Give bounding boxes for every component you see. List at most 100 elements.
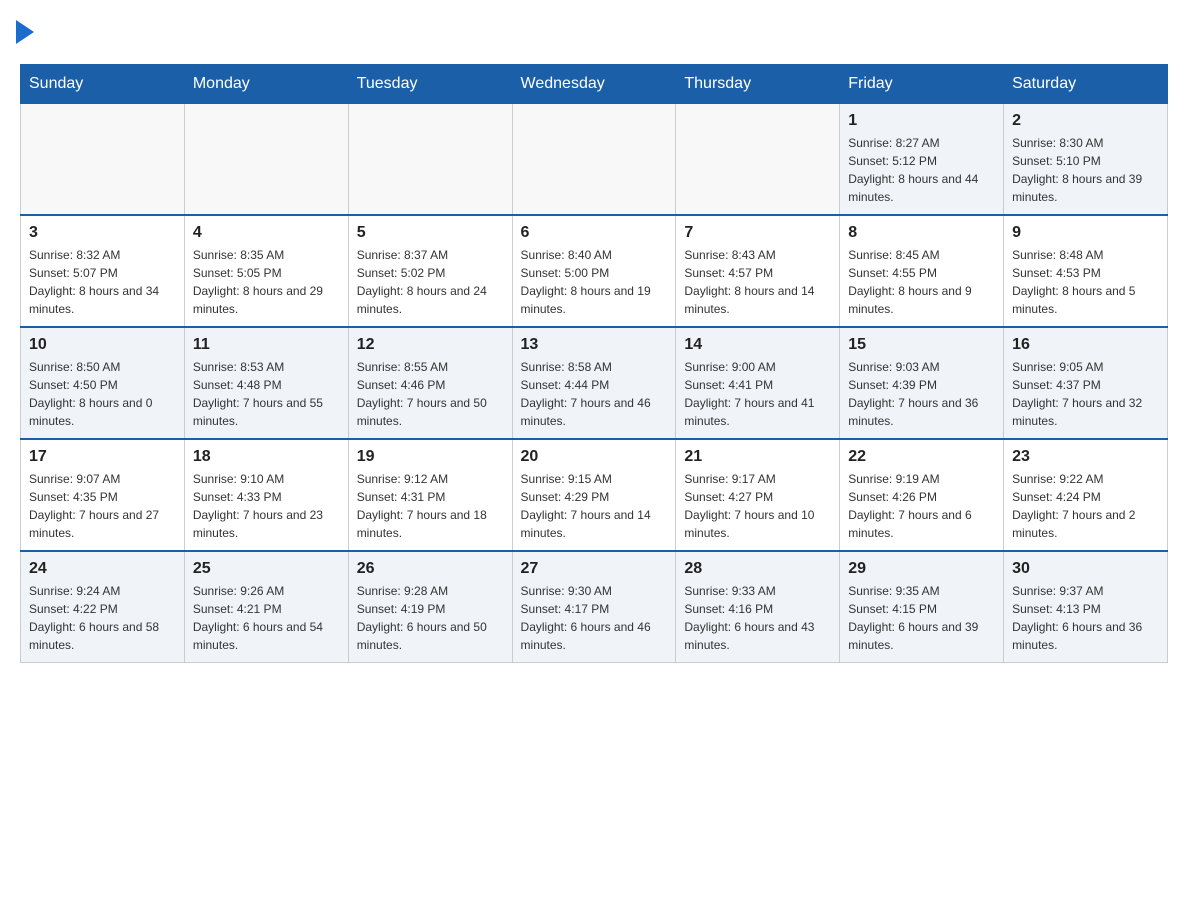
day-number: 7 bbox=[684, 224, 831, 242]
day-number: 16 bbox=[1012, 336, 1159, 354]
calendar-day-cell bbox=[184, 104, 348, 216]
header-wednesday: Wednesday bbox=[512, 65, 676, 104]
day-info: Sunrise: 8:48 AMSunset: 4:53 PMDaylight:… bbox=[1012, 246, 1159, 318]
day-number: 29 bbox=[848, 560, 995, 578]
calendar-day-cell: 23Sunrise: 9:22 AMSunset: 4:24 PMDayligh… bbox=[1004, 439, 1168, 551]
day-info: Sunrise: 9:37 AMSunset: 4:13 PMDaylight:… bbox=[1012, 582, 1159, 654]
logo bbox=[20, 20, 38, 44]
calendar-week-row: 17 Sunrise: 9:07 AMSunset: 4:35 PMDayligh… bbox=[21, 439, 1168, 551]
calendar-week-row: 24 Sunrise: 9:24 AMSunset: 4:22 PMDayligh… bbox=[21, 551, 1168, 663]
day-number: 14 bbox=[684, 336, 831, 354]
calendar-day-cell: 1 Sunrise: 8:27 AMSunset: 5:12 PMDaylight… bbox=[840, 104, 1004, 216]
day-number: 12 bbox=[357, 336, 504, 354]
calendar-day-cell: 27 Sunrise: 9:30 AMSunset: 4:17 PMDayligh… bbox=[512, 551, 676, 663]
weekday-header-row: Sunday Monday Tuesday Wednesday Thursday… bbox=[21, 65, 1168, 104]
calendar-week-row: 10 Sunrise: 8:50 AMSunset: 4:50 PMDayligh… bbox=[21, 327, 1168, 439]
day-info: Sunrise: 9:26 AMSunset: 4:21 PMDaylight:… bbox=[193, 582, 340, 654]
day-info: Sunrise: 9:05 AMSunset: 4:37 PMDaylight:… bbox=[1012, 358, 1159, 430]
day-info: Sunrise: 8:55 AMSunset: 4:46 PMDaylight:… bbox=[357, 358, 504, 430]
calendar-header: Sunday Monday Tuesday Wednesday Thursday… bbox=[21, 65, 1168, 104]
calendar-day-cell: 12 Sunrise: 8:55 AMSunset: 4:46 PMDayligh… bbox=[348, 327, 512, 439]
day-number: 19 bbox=[357, 448, 504, 466]
day-info: Sunrise: 8:32 AMSunset: 5:07 PMDaylight:… bbox=[29, 246, 176, 318]
day-info: Sunrise: 8:43 AMSunset: 4:57 PMDaylight:… bbox=[684, 246, 831, 318]
day-info: Sunrise: 9:28 AMSunset: 4:19 PMDaylight:… bbox=[357, 582, 504, 654]
calendar-day-cell: 15 Sunrise: 9:03 AMSunset: 4:39 PMDayligh… bbox=[840, 327, 1004, 439]
calendar-day-cell: 2 Sunrise: 8:30 AMSunset: 5:10 PMDaylight… bbox=[1004, 104, 1168, 216]
day-info: Sunrise: 9:00 AMSunset: 4:41 PMDaylight:… bbox=[684, 358, 831, 430]
calendar-day-cell: 7 Sunrise: 8:43 AMSunset: 4:57 PMDaylight… bbox=[676, 215, 840, 327]
day-info: Sunrise: 8:58 AMSunset: 4:44 PMDaylight:… bbox=[521, 358, 668, 430]
calendar-day-cell bbox=[348, 104, 512, 216]
page-header bbox=[20, 20, 1168, 44]
day-number: 25 bbox=[193, 560, 340, 578]
day-number: 6 bbox=[521, 224, 668, 242]
day-number: 30 bbox=[1012, 560, 1159, 578]
calendar-day-cell: 13 Sunrise: 8:58 AMSunset: 4:44 PMDayligh… bbox=[512, 327, 676, 439]
header-friday: Friday bbox=[840, 65, 1004, 104]
calendar-day-cell: 20 Sunrise: 9:15 AMSunset: 4:29 PMDayligh… bbox=[512, 439, 676, 551]
day-number: 20 bbox=[521, 448, 668, 466]
day-number: 10 bbox=[29, 336, 176, 354]
day-info: Sunrise: 9:07 AMSunset: 4:35 PMDaylight:… bbox=[29, 470, 176, 542]
calendar-day-cell: 24 Sunrise: 9:24 AMSunset: 4:22 PMDayligh… bbox=[21, 551, 185, 663]
day-number: 13 bbox=[521, 336, 668, 354]
calendar-day-cell: 19 Sunrise: 9:12 AMSunset: 4:31 PMDayligh… bbox=[348, 439, 512, 551]
day-number: 23 bbox=[1012, 448, 1159, 466]
day-number: 17 bbox=[29, 448, 176, 466]
day-info: Sunrise: 8:37 AMSunset: 5:02 PMDaylight:… bbox=[357, 246, 504, 318]
calendar-week-row: 3 Sunrise: 8:32 AMSunset: 5:07 PMDaylight… bbox=[21, 215, 1168, 327]
day-number: 18 bbox=[193, 448, 340, 466]
calendar-day-cell: 22 Sunrise: 9:19 AMSunset: 4:26 PMDayligh… bbox=[840, 439, 1004, 551]
calendar-week-row: 1 Sunrise: 8:27 AMSunset: 5:12 PMDaylight… bbox=[21, 104, 1168, 216]
calendar-day-cell: 18 Sunrise: 9:10 AMSunset: 4:33 PMDayligh… bbox=[184, 439, 348, 551]
day-number: 8 bbox=[848, 224, 995, 242]
header-thursday: Thursday bbox=[676, 65, 840, 104]
day-number: 3 bbox=[29, 224, 176, 242]
day-info: Sunrise: 9:03 AMSunset: 4:39 PMDaylight:… bbox=[848, 358, 995, 430]
day-number: 27 bbox=[521, 560, 668, 578]
calendar-day-cell: 6 Sunrise: 8:40 AMSunset: 5:00 PMDaylight… bbox=[512, 215, 676, 327]
day-info: Sunrise: 9:30 AMSunset: 4:17 PMDaylight:… bbox=[521, 582, 668, 654]
calendar-day-cell: 30 Sunrise: 9:37 AMSunset: 4:13 PMDayligh… bbox=[1004, 551, 1168, 663]
day-number: 24 bbox=[29, 560, 176, 578]
calendar-day-cell: 17 Sunrise: 9:07 AMSunset: 4:35 PMDayligh… bbox=[21, 439, 185, 551]
day-info: Sunrise: 8:27 AMSunset: 5:12 PMDaylight:… bbox=[848, 134, 995, 206]
calendar-day-cell: 28 Sunrise: 9:33 AMSunset: 4:16 PMDayligh… bbox=[676, 551, 840, 663]
day-number: 26 bbox=[357, 560, 504, 578]
logo-triangle-icon bbox=[16, 20, 34, 44]
calendar-day-cell: 8 Sunrise: 8:45 AMSunset: 4:55 PMDaylight… bbox=[840, 215, 1004, 327]
calendar-day-cell: 29 Sunrise: 9:35 AMSunset: 4:15 PMDayligh… bbox=[840, 551, 1004, 663]
day-info: Sunrise: 9:35 AMSunset: 4:15 PMDaylight:… bbox=[848, 582, 995, 654]
calendar-day-cell: 21Sunrise: 9:17 AMSunset: 4:27 PMDayligh… bbox=[676, 439, 840, 551]
calendar-day-cell: 16 Sunrise: 9:05 AMSunset: 4:37 PMDayligh… bbox=[1004, 327, 1168, 439]
day-number: 22 bbox=[848, 448, 995, 466]
day-info: Sunrise: 9:24 AMSunset: 4:22 PMDaylight:… bbox=[29, 582, 176, 654]
day-info: Sunrise: 8:50 AMSunset: 4:50 PMDaylight:… bbox=[29, 358, 176, 430]
day-info: Sunrise: 9:15 AMSunset: 4:29 PMDaylight:… bbox=[521, 470, 668, 542]
day-number: 5 bbox=[357, 224, 504, 242]
calendar-day-cell: 9Sunrise: 8:48 AMSunset: 4:53 PMDaylight… bbox=[1004, 215, 1168, 327]
calendar-body: 1 Sunrise: 8:27 AMSunset: 5:12 PMDaylight… bbox=[21, 104, 1168, 663]
calendar-day-cell: 3 Sunrise: 8:32 AMSunset: 5:07 PMDaylight… bbox=[21, 215, 185, 327]
day-info: Sunrise: 9:10 AMSunset: 4:33 PMDaylight:… bbox=[193, 470, 340, 542]
day-number: 28 bbox=[684, 560, 831, 578]
calendar-day-cell: 5 Sunrise: 8:37 AMSunset: 5:02 PMDaylight… bbox=[348, 215, 512, 327]
calendar-day-cell: 25 Sunrise: 9:26 AMSunset: 4:21 PMDayligh… bbox=[184, 551, 348, 663]
calendar-day-cell: 11 Sunrise: 8:53 AMSunset: 4:48 PMDayligh… bbox=[184, 327, 348, 439]
day-info: Sunrise: 9:19 AMSunset: 4:26 PMDaylight:… bbox=[848, 470, 995, 542]
header-sunday: Sunday bbox=[21, 65, 185, 104]
header-saturday: Saturday bbox=[1004, 65, 1168, 104]
day-info: Sunrise: 8:53 AMSunset: 4:48 PMDaylight:… bbox=[193, 358, 340, 430]
day-info: Sunrise: 8:30 AMSunset: 5:10 PMDaylight:… bbox=[1012, 134, 1159, 206]
day-number: 15 bbox=[848, 336, 995, 354]
day-info: Sunrise: 8:40 AMSunset: 5:00 PMDaylight:… bbox=[521, 246, 668, 318]
day-number: 2 bbox=[1012, 112, 1159, 130]
day-number: 4 bbox=[193, 224, 340, 242]
calendar-table: Sunday Monday Tuesday Wednesday Thursday… bbox=[20, 64, 1168, 663]
day-info: Sunrise: 9:12 AMSunset: 4:31 PMDaylight:… bbox=[357, 470, 504, 542]
day-info: Sunrise: 8:45 AMSunset: 4:55 PMDaylight:… bbox=[848, 246, 995, 318]
day-number: 11 bbox=[193, 336, 340, 354]
day-info: Sunrise: 9:33 AMSunset: 4:16 PMDaylight:… bbox=[684, 582, 831, 654]
day-number: 1 bbox=[848, 112, 995, 130]
